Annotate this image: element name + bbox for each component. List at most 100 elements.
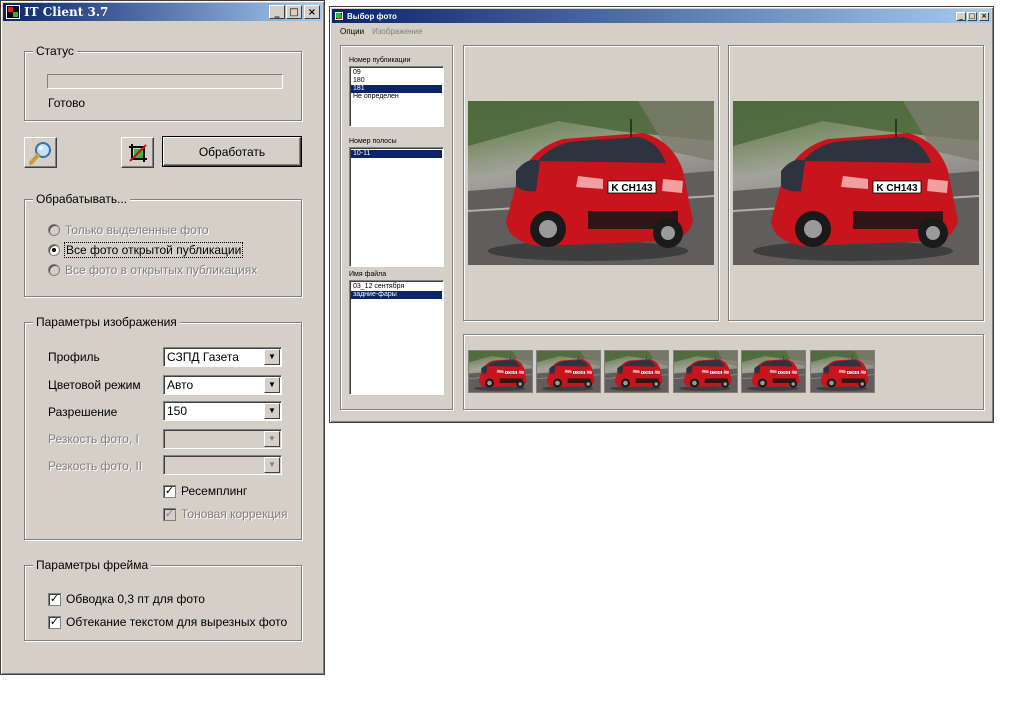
radio-label: Только выделенные фото [65,223,209,237]
checkbox[interactable]: ✓ [48,592,61,606]
resolution-value: 150 [167,404,188,418]
image-params-label: Параметры изображения [33,315,180,329]
it-client-window: IT Client 3.7 _ □ × Статус Готово Обрабо… [0,0,325,675]
thumbnail[interactable]: K CH143 [536,350,601,393]
menu-bar: Опции Изображение [332,24,991,38]
list-item[interactable]: 181 [351,85,442,93]
resolution-label: Разрешение [48,405,118,419]
list-item[interactable]: 03_12 сентября [351,283,442,291]
checkbox-label: Тоновая коррекция [181,507,288,521]
radio-button[interactable] [48,264,60,276]
minimize-button[interactable]: _ [956,11,966,21]
photo-select-window: Выбор фото _ □ × Опции Изображение Номер… [329,6,994,423]
app-icon [335,12,343,20]
radio-all-publications[interactable]: Все фото в открытых публикациях [48,263,257,277]
radio-button[interactable] [48,244,60,256]
thumbnail[interactable]: K CH143 [810,350,875,393]
radio-label: Все фото открытой публикации [63,242,244,258]
color-mode-select[interactable]: Авто ▼ [163,375,282,395]
car-photo-icon: K CH143 [469,351,532,392]
chevron-down-icon[interactable]: ▼ [264,431,280,447]
close-button[interactable]: × [979,11,989,21]
chevron-down-icon[interactable]: ▼ [264,349,280,365]
process-button-label: Обработать [198,144,266,159]
car-photo-icon: K CH143 [733,101,979,265]
checkbox[interactable]: ✓ [163,507,176,521]
checkbox-label: Обтекание текстом для вырезных фото [66,615,288,629]
thumbnail[interactable]: K CH143 [741,350,806,393]
thumbnail[interactable]: K CH143 [468,350,533,393]
radio-open-publication[interactable]: Все фото открытой публикации [48,242,244,258]
publication-number-label: Номер публикации [349,57,411,64]
car-photo-icon: K CH143 [674,351,737,392]
window-title: IT Client 3.7 [24,5,109,19]
chevron-down-icon[interactable]: ▼ [264,457,280,473]
menu-image[interactable]: Изображение [372,27,422,36]
list-item[interactable]: задние-фары [351,291,442,299]
status-label: Статус [33,44,77,58]
process-button[interactable]: Обработать [162,136,302,167]
radio-selected-photos[interactable]: Только выделенные фото [48,223,209,237]
checkbox-label: Ресемплинг [181,484,248,498]
sharpness-2-select[interactable]: ▼ [163,455,282,475]
file-name-list[interactable]: 03_12 сентября задние-фары [349,280,444,395]
preview-photo-original[interactable]: K CH143 [468,101,714,265]
photo-titlebar[interactable]: Выбор фото _ □ × [332,9,991,23]
magnifier-icon [28,141,51,165]
chevron-down-icon[interactable]: ▼ [264,403,280,419]
svg-text:K CH143: K CH143 [574,372,585,375]
menu-options[interactable]: Опции [340,27,364,36]
profile-value: СЗПД Газета [167,350,239,364]
list-item[interactable]: 09 [351,69,442,77]
svg-text:K CH143: K CH143 [876,183,918,194]
stroke-checkbox[interactable]: ✓ Обводка 0,3 пт для фото [48,592,205,606]
resampling-checkbox[interactable]: ✓ Ресемплинг [163,484,247,498]
sharpness-1-label: Резкость фото, I [48,432,139,446]
svg-text:K CH143: K CH143 [711,372,722,375]
minimize-button[interactable]: _ [269,5,285,19]
checkbox[interactable]: ✓ [163,484,176,498]
car-photo-icon: K CH143 [605,351,668,392]
maximize-button[interactable]: □ [967,11,977,21]
color-mode-label: Цветовой режим [48,378,141,392]
svg-text:K CH143: K CH143 [779,372,790,375]
car-photo-icon: K CH143 [537,351,600,392]
page-number-label: Номер полосы [349,138,397,145]
chevron-down-icon[interactable]: ▼ [264,377,280,393]
crop-icon [128,143,147,162]
frame-params-label: Параметры фрейма [33,558,152,572]
resolution-select[interactable]: 150 ▼ [163,401,282,421]
profile-select[interactable]: СЗПД Газета ▼ [163,347,282,367]
maximize-button[interactable]: □ [286,5,302,19]
tone-correction-checkbox[interactable]: ✓ Тоновая коррекция [163,507,288,521]
crop-button[interactable] [121,137,154,168]
list-item[interactable]: 10-11 [351,150,442,158]
preview-photo-processed[interactable]: K CH143 [733,101,979,265]
publication-number-list[interactable]: 09 180 181 Не определен [349,66,444,127]
sharpness-1-select[interactable]: ▼ [163,429,282,449]
status-text: Готово [48,96,86,110]
svg-text:K CH143: K CH143 [848,372,859,375]
file-name-label: Имя файла [349,271,387,278]
radio-label: Все фото в открытых публикациях [65,263,258,277]
checkbox-label: Обводка 0,3 пт для фото [66,592,205,606]
thumbnail[interactable]: K CH143 [604,350,669,393]
page-number-list[interactable]: 10-11 [349,147,444,267]
car-photo-icon: K CH143 [742,351,805,392]
radio-button[interactable] [48,224,60,236]
thumbnail[interactable]: K CH143 [673,350,738,393]
list-item[interactable]: Не определен [351,93,442,101]
search-button[interactable] [24,137,57,168]
process-options-label: Обрабатывать... [33,192,131,206]
profile-label: Профиль [48,350,100,364]
svg-text:K CH143: K CH143 [642,372,653,375]
wrap-checkbox[interactable]: ✓ Обтекание текстом для вырезных фото [48,615,287,629]
checkbox[interactable]: ✓ [48,615,61,629]
list-item[interactable]: 180 [351,77,442,85]
sharpness-2-label: Резкость фото, II [48,459,143,473]
close-button[interactable]: × [304,5,320,19]
main-titlebar[interactable]: IT Client 3.7 _ □ × [3,3,322,21]
svg-text:K CH143: K CH143 [506,372,517,375]
color-mode-value: Авто [167,378,194,392]
photo-window-title: Выбор фото [347,11,397,21]
